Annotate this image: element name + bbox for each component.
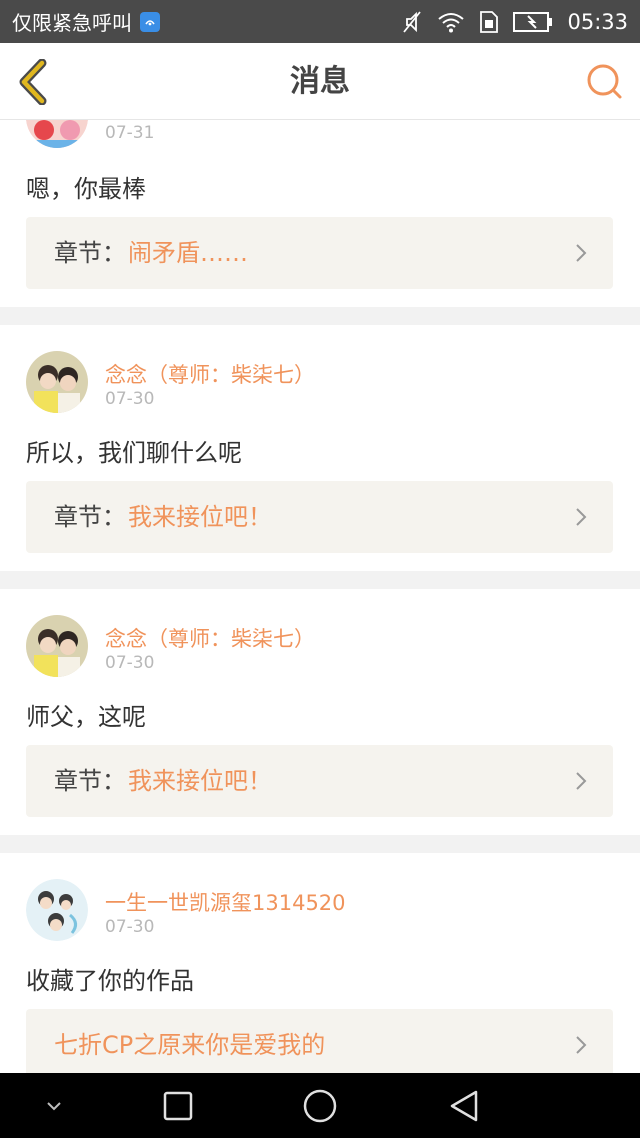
chapter-title: 我来接位吧！ — [128, 767, 272, 795]
message-text: 嗯，你最棒 — [26, 175, 146, 203]
message-text: 师父，这呢 — [26, 703, 146, 731]
message-card: 念念（尊师：柴柒七） 07-30 师父，这呢 章节： 我来接位吧！ — [0, 589, 640, 835]
avatar[interactable] — [26, 879, 88, 941]
chapter-label: 章节： — [54, 767, 126, 795]
message-text: 收藏了你的作品 — [26, 967, 194, 995]
chapter-title: 闹矛盾…… — [128, 239, 248, 267]
author-name[interactable]: 念念（尊师：柴柒七） — [105, 359, 315, 389]
recents-icon — [163, 1091, 193, 1120]
back-icon — [450, 1090, 478, 1121]
chevron-right-icon — [576, 508, 587, 526]
chapter-link[interactable]: 章节： 闹矛盾…… — [26, 217, 613, 289]
chevron-right-icon — [576, 1036, 587, 1054]
status-bar: 仅限紧急呼叫 05:33 — [0, 0, 640, 43]
app-header: 消息 — [0, 43, 640, 120]
work-title: 七折CP之原来你是爱我的 — [54, 1031, 326, 1059]
avatar[interactable] — [26, 120, 88, 148]
message-card: 07-31 嗯，你最棒 章节： 闹矛盾…… — [0, 120, 640, 307]
chapter-link[interactable]: 章节： 我来接位吧！ — [26, 745, 613, 817]
battery-icon — [513, 11, 553, 33]
mute-icon — [401, 10, 423, 34]
status-left: 仅限紧急呼叫 — [12, 7, 160, 36]
clock-text: 05:33 — [567, 9, 628, 34]
page-title: 消息 — [290, 64, 350, 99]
back-nav-button[interactable] — [442, 1073, 486, 1138]
author-name[interactable]: 一生一世凯源玺1314520 — [105, 887, 346, 917]
phone-screen: 仅限紧急呼叫 05:33 消息 07-31 嗯，你最棒 章节： 闹矛盾…… 念念… — [0, 0, 640, 1138]
chapter-link[interactable]: 章节： 我来接位吧！ — [26, 481, 613, 553]
collapse-button[interactable] — [34, 1073, 74, 1138]
carrier-text: 仅限紧急呼叫 — [12, 11, 132, 35]
post-date: 07-31 — [105, 123, 155, 143]
search-button[interactable] — [586, 63, 624, 101]
author-name[interactable]: 念念（尊师：柴柒七） — [105, 623, 315, 653]
message-text: 所以，我们聊什么呢 — [26, 439, 242, 467]
chevron-right-icon — [576, 244, 587, 262]
avatar[interactable] — [26, 351, 88, 413]
navigation-bar — [0, 1073, 640, 1138]
message-card: 一生一世凯源玺1314520 07-30 收藏了你的作品 七折CP之原来你是爱我… — [0, 853, 640, 1073]
sim-icon — [140, 11, 160, 32]
wifi-icon — [437, 11, 465, 33]
chapter-label: 章节： — [54, 239, 126, 267]
collapse-icon — [47, 1101, 61, 1110]
post-date: 07-30 — [105, 389, 155, 409]
chevron-right-icon — [576, 772, 587, 790]
search-icon — [587, 64, 622, 99]
recents-button[interactable] — [156, 1073, 200, 1138]
chapter-label: 章节： — [54, 503, 126, 531]
message-feed[interactable]: 07-31 嗯，你最棒 章节： 闹矛盾…… 念念（尊师：柴柒七） 07-30 所… — [0, 120, 640, 1073]
post-date: 07-30 — [105, 653, 155, 673]
work-link[interactable]: 七折CP之原来你是爱我的 — [26, 1009, 613, 1073]
home-icon — [303, 1089, 337, 1122]
avatar[interactable] — [26, 615, 88, 677]
sim-status-icon — [479, 10, 499, 34]
chapter-title: 我来接位吧！ — [128, 503, 272, 531]
message-card: 念念（尊师：柴柒七） 07-30 所以，我们聊什么呢 章节： 我来接位吧！ — [0, 325, 640, 571]
post-date: 07-30 — [105, 917, 155, 937]
status-right: 05:33 — [401, 10, 628, 34]
home-button[interactable] — [298, 1073, 342, 1138]
